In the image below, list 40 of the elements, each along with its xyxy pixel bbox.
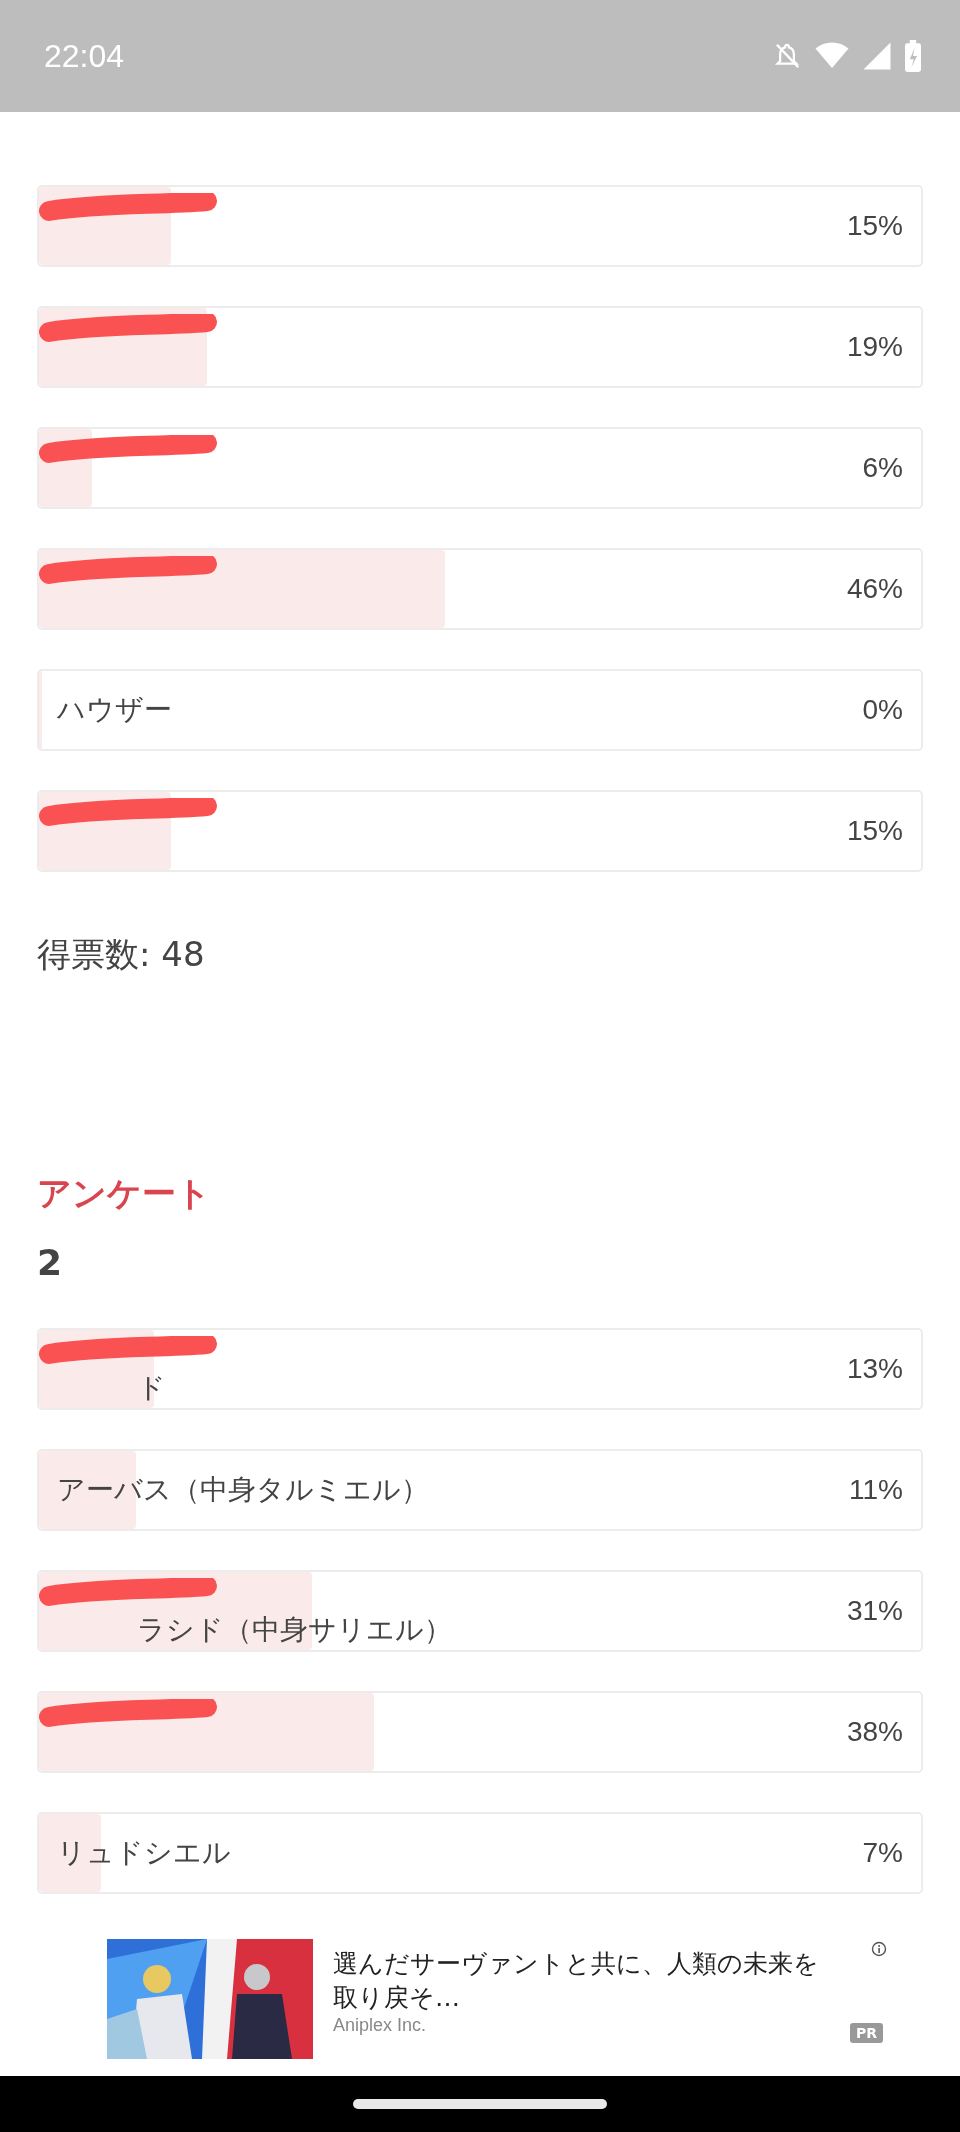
- poll-title: 2: [37, 1242, 64, 1283]
- option-label: リュドシエル: [57, 1835, 231, 1871]
- poll-option[interactable]: 6%: [37, 427, 923, 509]
- percentage: 31%: [846, 1595, 903, 1627]
- option-label: ラシド（中身サリエル）: [137, 1612, 452, 1648]
- percentage: 19%: [846, 331, 903, 363]
- option-label: ハウザー: [57, 692, 172, 728]
- poll-option[interactable]: 38%: [37, 1691, 923, 1773]
- option-label: ド: [137, 1370, 166, 1406]
- poll-option[interactable]: 46%: [37, 548, 923, 630]
- percentage: 13%: [846, 1353, 903, 1385]
- poll-option[interactable]: アーバス（中身タルミエル） 11%: [37, 1449, 923, 1531]
- percentage: 11%: [849, 1474, 903, 1506]
- poll-option[interactable]: 19%: [37, 306, 923, 388]
- ad-badge: PR: [849, 2023, 883, 2043]
- percentage: 38%: [846, 1716, 903, 1748]
- percentage: 7%: [862, 1837, 903, 1869]
- percentage: 15%: [846, 210, 903, 242]
- info-icon[interactable]: [871, 1941, 887, 1957]
- advertiser: Aniplex Inc.: [333, 2014, 428, 2036]
- poll-option[interactable]: 15%: [37, 790, 923, 872]
- percentage: 15%: [846, 815, 903, 847]
- poll-option[interactable]: ハウザー 0%: [37, 669, 923, 751]
- ad-text: 選んだサーヴァントと共に、人類の未来を取り戻そ…: [333, 1948, 820, 2014]
- clock: 22:04: [44, 37, 125, 75]
- percentage: 6%: [862, 452, 903, 484]
- percentage: 0%: [862, 694, 903, 726]
- bell-off-icon: [772, 41, 802, 71]
- poll-option[interactable]: リュドシエル 7%: [37, 1812, 923, 1894]
- poll-option[interactable]: 15%: [37, 185, 923, 267]
- signal-icon: [862, 41, 892, 71]
- poll-option[interactable]: ド 13%: [37, 1328, 923, 1410]
- battery-charging-icon: [904, 40, 922, 72]
- option-label: アーバス（中身タルミエル）: [57, 1472, 429, 1508]
- home-handle[interactable]: [353, 2099, 607, 2109]
- vote-count: 得票数: 48: [37, 933, 206, 976]
- section-label: アンケート: [37, 1172, 212, 1215]
- ad-banner[interactable]: 選んだサーヴァントと共に、人類の未来を取り戻そ… Aniplex Inc. PR: [107, 1939, 887, 2059]
- poll-option[interactable]: ラシド（中身サリエル） 31%: [37, 1570, 923, 1652]
- percentage: 46%: [846, 573, 903, 605]
